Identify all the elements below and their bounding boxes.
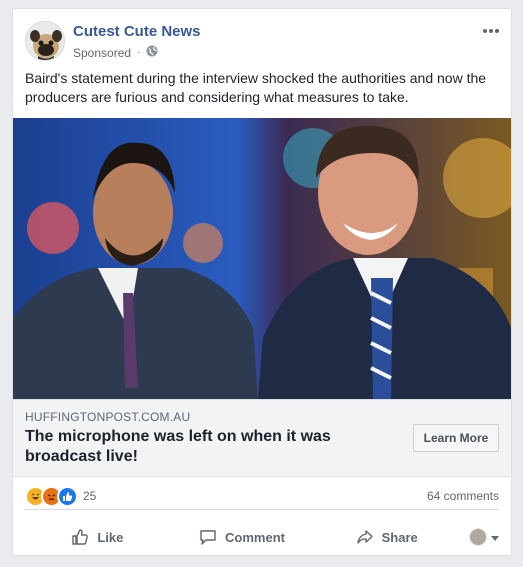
comment-count-link[interactable]: 64 comments	[427, 489, 499, 503]
thumbs-up-icon	[71, 528, 89, 546]
comment-button[interactable]: Comment	[170, 528, 315, 546]
comment-bubble-icon	[199, 528, 217, 546]
sponsored-label[interactable]: Sponsored	[73, 46, 131, 60]
post-meta: Sponsored ·	[73, 45, 158, 60]
reaction-profile-selector[interactable]	[459, 528, 500, 546]
action-bar: Like Comment Share	[25, 521, 500, 553]
share-label: Share	[381, 529, 418, 545]
post-text: Baird's statement during the interview s…	[25, 70, 487, 105]
pug-avatar-image	[26, 22, 64, 60]
share-arrow-icon	[356, 528, 374, 546]
globe-icon	[146, 45, 158, 60]
post-card: Cutest Cute News Sponsored · Baird's sta…	[12, 8, 512, 556]
engagement-bar: 25 64 comments	[25, 483, 499, 510]
reaction-count: 25	[83, 489, 97, 503]
caret-down-icon	[491, 528, 500, 546]
comment-label: Comment	[225, 529, 285, 545]
mini-avatar-icon	[469, 528, 488, 546]
link-headline[interactable]: The microphone was left on when it was b…	[25, 427, 355, 467]
more-options-icon[interactable]	[479, 23, 503, 39]
page-name-link[interactable]: Cutest Cute News	[73, 23, 201, 40]
like-icon	[57, 485, 78, 507]
like-button[interactable]: Like	[25, 528, 170, 546]
link-domain: HUFFINGTONPOST.COM.AU	[25, 410, 191, 424]
share-button[interactable]: Share	[314, 528, 459, 546]
learn-more-button[interactable]: Learn More	[413, 424, 499, 452]
page-avatar[interactable]	[25, 21, 65, 61]
separator-dot: ·	[137, 47, 141, 58]
post-header: Cutest Cute News Sponsored ·	[25, 21, 499, 63]
link-preview[interactable]: HUFFINGTONPOST.COM.AU The microphone was…	[13, 399, 511, 477]
reaction-summary[interactable]: 25	[25, 485, 97, 507]
like-label: Like	[97, 529, 124, 545]
post-image[interactable]	[13, 118, 511, 399]
